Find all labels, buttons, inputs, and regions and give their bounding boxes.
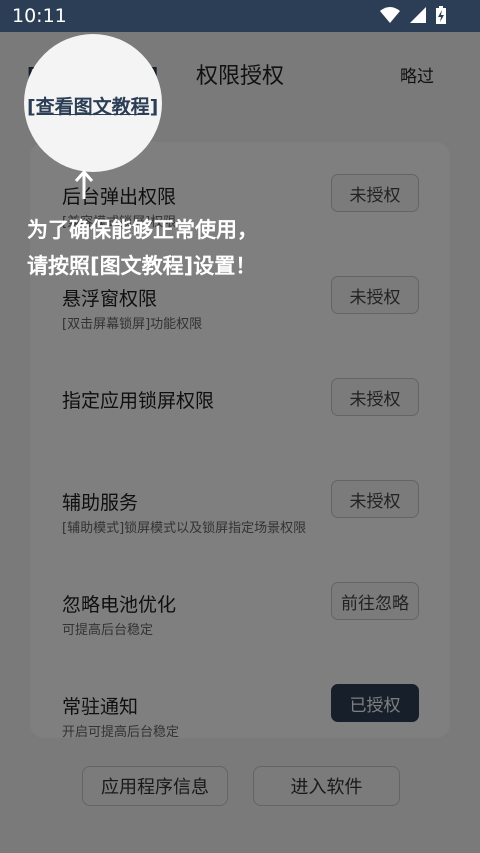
status-bar: 10:11: [0, 0, 480, 32]
wifi-icon: [380, 7, 400, 23]
status-icons: [380, 6, 446, 24]
guide-overlay[interactable]: [查看图文教程] 为了确保能够正常使用， 请按照[图文教程]设置！: [0, 32, 480, 853]
battery-charging-icon: [436, 6, 446, 24]
guide-line-1: 为了确保能够正常使用，: [27, 218, 258, 242]
spotlight-tutorial-link[interactable]: [查看图文教程]: [27, 92, 158, 119]
guide-text: 为了确保能够正常使用， 请按照[图文教程]设置！: [27, 212, 327, 284]
arrow-up-icon: [74, 169, 94, 199]
signal-icon: [410, 7, 426, 23]
status-time: 10:11: [12, 5, 67, 27]
spotlight: [查看图文教程]: [24, 34, 162, 172]
guide-line-2: 请按照[图文教程]设置！: [27, 254, 257, 278]
